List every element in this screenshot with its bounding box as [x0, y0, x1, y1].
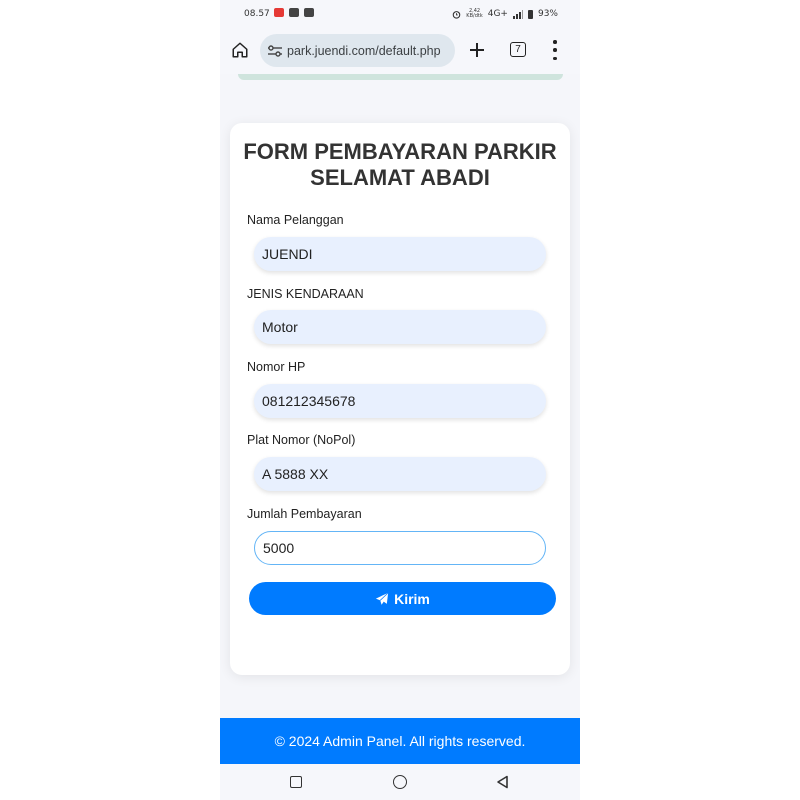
nomor-hp-input[interactable]: 081212345678	[254, 384, 546, 418]
label-nomor-hp: Nomor HP	[247, 360, 306, 374]
home-icon	[232, 42, 248, 58]
page-footer: © 2024 Admin Panel. All rights reserved.	[220, 718, 580, 764]
footer-text: © 2024 Admin Panel. All rights reserved.	[274, 733, 526, 749]
battery-level: 93%	[537, 9, 558, 19]
alarm-icon	[453, 10, 461, 19]
network-type: 4G+	[487, 9, 508, 19]
address-bar[interactable]: park.juendi.com/default.php	[260, 34, 455, 67]
label-jumlah-pembayaran: Jumlah Pembayaran	[247, 507, 362, 521]
kirim-label: Kirim	[394, 590, 430, 607]
tabs-icon[interactable]: 7	[510, 42, 526, 57]
status-right: 2,42 KB/dtk 4G+ 93%	[452, 9, 558, 19]
status-time: 08.57	[244, 9, 270, 19]
label-plat-nomor: Plat Nomor (NoPol)	[247, 433, 356, 447]
browser-toolbar: park.juendi.com/default.php 7	[220, 28, 580, 74]
recents-icon[interactable]	[290, 776, 302, 788]
status-bar: 08.57 2,42 KB/dtk 4G+ 93%	[220, 0, 580, 28]
plat-nomor-input[interactable]: A 5888 XX	[254, 457, 546, 491]
form-title-line1: FORM PEMBAYARAN PARKIR	[243, 139, 557, 164]
kirim-button[interactable]: Kirim	[249, 582, 556, 615]
home-button[interactable]	[230, 40, 250, 60]
jumlah-pembayaran-input[interactable]: 5000	[254, 531, 546, 565]
url-text: park.juendi.com/default.php	[287, 43, 441, 58]
gmail-notification-icon	[304, 8, 314, 17]
battery-icon	[527, 9, 533, 19]
page-viewport: FORM PEMBAYARAN PARKIR SELAMAT ABADI Nam…	[220, 74, 580, 764]
more-vert-icon[interactable]	[551, 40, 559, 60]
label-nama-pelanggan: Nama Pelanggan	[247, 213, 344, 227]
signal-icon	[512, 9, 523, 19]
android-nav-bar	[220, 764, 580, 800]
site-settings-icon[interactable]	[267, 44, 283, 58]
payment-form-card: FORM PEMBAYARAN PARKIR SELAMAT ABADI Nam…	[230, 123, 570, 675]
label-jenis-kendaraan: JENIS KENDARAAN	[247, 287, 364, 301]
back-icon[interactable]	[496, 775, 509, 789]
home-nav-icon[interactable]	[393, 775, 407, 789]
network-speed-unit: KB/dtk	[466, 13, 483, 19]
form-title: FORM PEMBAYARAN PARKIR SELAMAT ABADI	[230, 139, 570, 191]
jenis-kendaraan-input[interactable]: Motor	[254, 310, 546, 344]
top-banner	[238, 74, 563, 80]
phone-screen: 08.57 2,42 KB/dtk 4G+ 93% park.juendi.co…	[220, 0, 580, 800]
network-speed: 2,42 KB/dtk	[466, 9, 482, 19]
mail-notification-icon	[289, 8, 299, 17]
new-tab-button[interactable]	[466, 39, 488, 61]
notification-app-icon	[274, 8, 284, 17]
plus-icon	[470, 43, 484, 57]
paper-plane-icon	[375, 592, 389, 605]
nama-pelanggan-input[interactable]: JUENDI	[254, 237, 546, 271]
form-title-line2: SELAMAT ABADI	[310, 165, 490, 190]
